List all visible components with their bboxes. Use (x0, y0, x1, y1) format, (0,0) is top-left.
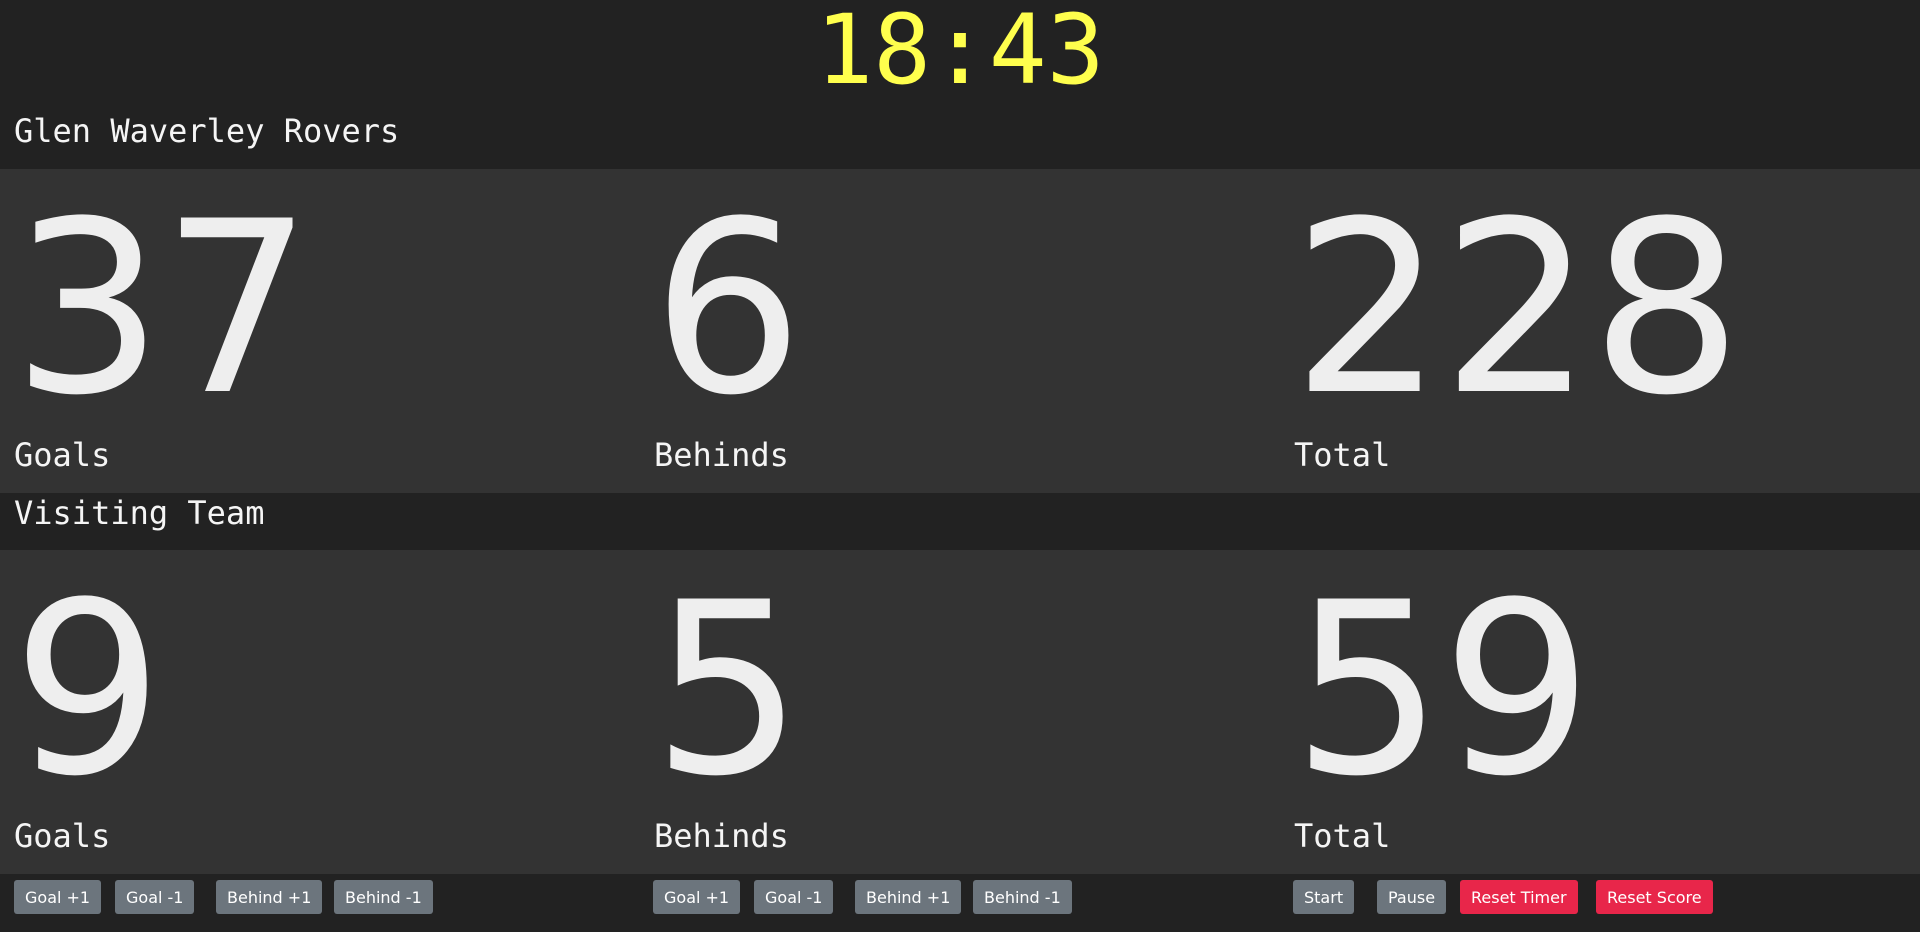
home-behinds-stat: 6 Behinds (640, 169, 1280, 493)
home-behind-minus-button[interactable]: Behind -1 (334, 880, 433, 914)
reset-score-button[interactable]: Reset Score (1596, 880, 1713, 914)
home-behinds-label: Behinds (654, 436, 789, 474)
away-goal-plus-button[interactable]: Goal +1 (653, 880, 741, 914)
away-score-panel: 9 Goals 5 Behinds 59 Total (0, 550, 1920, 874)
away-goal-minus-button[interactable]: Goal -1 (754, 880, 834, 914)
away-behinds-label: Behinds (654, 817, 789, 855)
away-goals-stat: 9 Goals (0, 550, 640, 874)
away-behinds-value: 5 (652, 552, 803, 829)
away-behind-minus-button[interactable]: Behind -1 (973, 880, 1072, 914)
away-behind-plus-button[interactable]: Behind +1 (855, 880, 962, 914)
pause-button[interactable]: Pause (1377, 880, 1447, 914)
reset-timer-button[interactable]: Reset Timer (1460, 880, 1578, 914)
away-total-label: Total (1294, 817, 1391, 855)
home-behinds-value: 6 (652, 171, 803, 448)
home-goal-plus-button[interactable]: Goal +1 (14, 880, 102, 914)
away-goals-value: 9 (12, 552, 163, 829)
start-button[interactable]: Start (1293, 880, 1355, 914)
away-total-value: 59 (1292, 552, 1593, 829)
away-behinds-stat: 5 Behinds (640, 550, 1280, 874)
away-total-stat: 59 Total (1280, 550, 1920, 874)
game-timer: 18:43 (815, 0, 1105, 106)
home-total-label: Total (1294, 436, 1391, 474)
home-score-panel: 37 Goals 6 Behinds 228 Total (0, 169, 1920, 493)
home-goals-value: 37 (12, 171, 313, 448)
home-team-name: Glen Waverley Rovers (14, 112, 400, 150)
home-behind-plus-button[interactable]: Behind +1 (216, 880, 323, 914)
home-goals-label: Goals (14, 436, 111, 474)
home-total-value: 228 (1292, 171, 1742, 448)
home-goal-minus-button[interactable]: Goal -1 (115, 880, 195, 914)
away-team-name: Visiting Team (14, 494, 265, 532)
timer-bar: 18:43 (0, 0, 1920, 110)
home-total-stat: 228 Total (1280, 169, 1920, 493)
home-goals-stat: 37 Goals (0, 169, 640, 493)
away-goals-label: Goals (14, 817, 111, 855)
